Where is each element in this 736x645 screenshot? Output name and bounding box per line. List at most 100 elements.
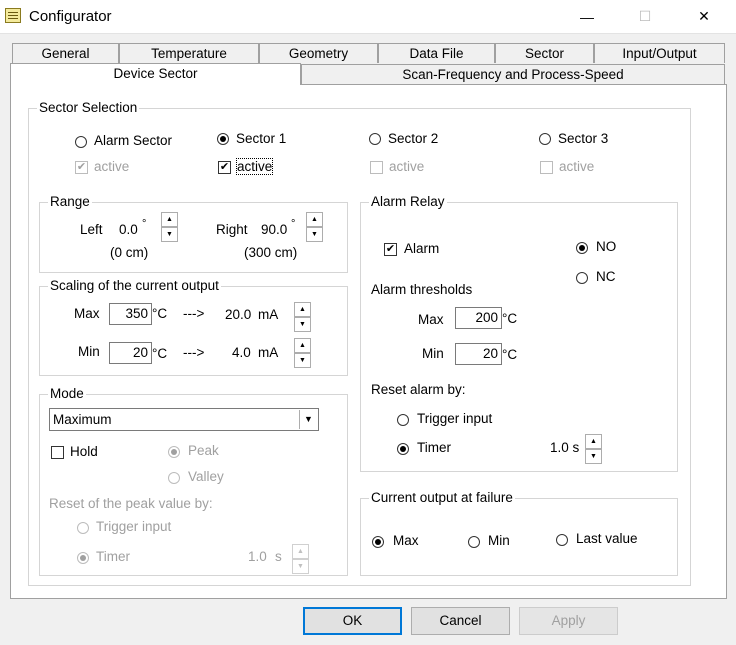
spin-up-icon[interactable]: ▲ (585, 434, 602, 449)
peak-radio[interactable] (168, 446, 180, 458)
alarm-relay-title: Alarm Relay (369, 194, 447, 210)
failure-min-radio[interactable] (468, 536, 480, 548)
spin-down-icon[interactable]: ▼ (294, 317, 311, 332)
tab-sector[interactable]: Sector (495, 43, 594, 63)
sector-2-label: Sector 2 (388, 131, 439, 146)
alarm-sector-active-label: active (94, 159, 130, 174)
chevron-down-icon[interactable]: ▼ (299, 410, 317, 429)
peak-trigger-label: Trigger input (96, 519, 172, 534)
sector-2-active-checkbox[interactable] (370, 161, 383, 174)
scaling-max-ma: 20.0 (225, 307, 252, 322)
scaling-min-arrow: ---> (183, 345, 205, 360)
sector-3-active-checkbox[interactable] (540, 161, 553, 174)
window-title: Configurator (29, 8, 112, 25)
tab-temperature[interactable]: Temperature (119, 43, 259, 63)
alarm-checkbox[interactable]: ✔ (384, 243, 397, 256)
close-button[interactable]: ✕ (681, 0, 727, 33)
scaling-max-unit: °C (152, 306, 168, 321)
alarm-max-label: Max (418, 312, 444, 327)
valley-label: Valley (188, 469, 224, 484)
range-left-spinner[interactable]: ▲ ▼ (161, 212, 178, 242)
failure-title: Current output at failure (369, 490, 515, 506)
sector-1-radio[interactable] (217, 133, 229, 145)
ok-button[interactable]: OK (303, 607, 402, 635)
failure-max-radio[interactable] (372, 536, 384, 548)
scaling-max-spinner[interactable]: ▲ ▼ (294, 302, 311, 332)
alarm-thresholds-label: Alarm thresholds (371, 282, 473, 297)
alarm-trigger-radio[interactable] (397, 414, 409, 426)
no-radio[interactable] (576, 242, 588, 254)
failure-last-value-radio[interactable] (556, 534, 568, 546)
alarm-timer-label: Timer (417, 440, 451, 455)
sector-1-active-label: active (235, 158, 274, 175)
alarm-min-label: Min (422, 346, 444, 361)
minimize-button[interactable]: — (564, 0, 610, 33)
valley-radio[interactable] (168, 472, 180, 484)
hold-checkbox[interactable] (51, 446, 64, 459)
spin-up-icon[interactable]: ▲ (294, 338, 311, 353)
alarm-sector-active-checkbox[interactable]: ✔ (75, 161, 88, 174)
tab-device-sector[interactable]: Device Sector (10, 63, 301, 85)
spin-up-icon[interactable]: ▲ (292, 544, 309, 559)
tab-geometry[interactable]: Geometry (259, 43, 378, 63)
spin-down-icon[interactable]: ▼ (161, 227, 178, 242)
peak-reset-label: Reset of the peak value by: (49, 496, 213, 511)
alarm-max-unit: °C (502, 311, 518, 326)
scaling-max-input[interactable]: 350 (109, 303, 152, 325)
alarm-label: Alarm (404, 241, 440, 256)
sector-3-active-label: active (559, 159, 595, 174)
tab-data-file[interactable]: Data File (378, 43, 495, 63)
failure-max-label: Max (393, 533, 419, 548)
sector-3-radio[interactable] (539, 133, 551, 145)
peak-timer-radio[interactable] (77, 552, 89, 564)
cancel-button[interactable]: Cancel (411, 607, 510, 635)
peak-trigger-radio[interactable] (77, 522, 89, 534)
spin-down-icon[interactable]: ▼ (294, 353, 311, 368)
mode-select[interactable]: Maximum ▼ (49, 408, 319, 431)
range-right-cm: (300 cm) (244, 245, 298, 260)
mode-select-value: Maximum (53, 412, 112, 427)
scaling-min-ma-unit: mA (258, 345, 279, 360)
alarm-trigger-label: Trigger input (417, 411, 493, 426)
tab-scan-frequency[interactable]: Scan-Frequency and Process-Speed (301, 64, 725, 84)
alarm-sector-radio[interactable] (75, 136, 87, 148)
alarm-max-input[interactable]: 200 (455, 307, 502, 329)
sector-2-radio[interactable] (369, 133, 381, 145)
sector-1-active-checkbox[interactable]: ✔ (218, 161, 231, 174)
reset-alarm-label: Reset alarm by: (371, 382, 466, 397)
app-icon (5, 8, 21, 23)
hold-label: Hold (70, 444, 98, 459)
sector-2-active-label: active (389, 159, 425, 174)
maximize-button[interactable]: ☐ (622, 0, 668, 33)
alarm-min-input[interactable]: 20 (455, 343, 502, 365)
tab-general[interactable]: General (12, 43, 119, 63)
alarm-timer-radio[interactable] (397, 443, 409, 455)
range-right-value: 90.0 (261, 222, 288, 237)
range-right-spinner[interactable]: ▲ ▼ (306, 212, 323, 242)
alarm-sector-label: Alarm Sector (94, 133, 173, 148)
peak-label: Peak (188, 443, 219, 458)
scaling-min-input[interactable]: 20 (109, 342, 152, 364)
nc-radio[interactable] (576, 272, 588, 284)
range-group: Range (39, 194, 348, 273)
scaling-min-spinner[interactable]: ▲ ▼ (294, 338, 311, 368)
spin-down-icon[interactable]: ▼ (585, 449, 602, 464)
spin-up-icon[interactable]: ▲ (306, 212, 323, 227)
sector-3-label: Sector 3 (558, 131, 609, 146)
failure-min-label: Min (488, 533, 510, 548)
scaling-max-arrow: ---> (183, 306, 205, 321)
peak-timer-spinner[interactable]: ▲ ▼ (292, 544, 309, 574)
apply-button[interactable]: Apply (519, 607, 618, 635)
spin-up-icon[interactable]: ▲ (294, 302, 311, 317)
scaling-title: Scaling of the current output (48, 278, 221, 294)
spin-down-icon[interactable]: ▼ (306, 227, 323, 242)
nc-label: NC (596, 269, 616, 284)
alarm-timer-spinner[interactable]: ▲ ▼ (585, 434, 602, 464)
spin-up-icon[interactable]: ▲ (161, 212, 178, 227)
peak-timer-value: 1.0 (248, 549, 267, 564)
range-title: Range (48, 194, 92, 210)
scaling-min-ma: 4.0 (232, 345, 251, 360)
spin-down-icon[interactable]: ▼ (292, 559, 309, 574)
tab-input-output[interactable]: Input/Output (594, 43, 725, 63)
range-right-label: Right (216, 222, 248, 237)
